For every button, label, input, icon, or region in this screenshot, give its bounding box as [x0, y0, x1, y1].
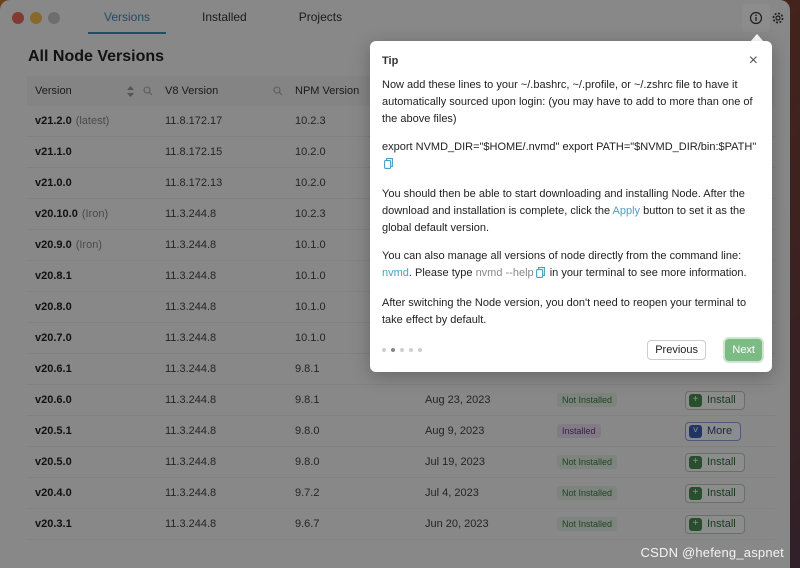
close-icon[interactable]: ×	[749, 53, 758, 69]
tip-paragraph-1: Now add these lines to your ~/.bashrc, ~…	[382, 79, 753, 125]
tip-text: in your terminal to see more information…	[546, 267, 747, 279]
previous-button[interactable]: Previous	[647, 340, 706, 360]
step-dot[interactable]	[409, 348, 413, 352]
tip-text: . Please type	[408, 267, 476, 279]
copy-icon[interactable]	[535, 267, 545, 284]
tip-popover: Tip × Now add these lines to your ~/.bas…	[370, 41, 772, 372]
step-indicator	[382, 348, 422, 352]
tip-paragraph-4: After switching the Node version, you do…	[382, 297, 747, 326]
next-button[interactable]: Next	[725, 339, 762, 361]
step-dot[interactable]	[400, 348, 404, 352]
nvmd-link[interactable]: nvmd	[382, 267, 409, 279]
tip-code: export NVMD_DIR="$HOME/.nvmd" export PAT…	[382, 141, 757, 153]
tip-paragraph-2: You should then be able to start downloa…	[382, 186, 760, 237]
tip-code-block: export NVMD_DIR="$HOME/.nvmd" export PAT…	[382, 139, 760, 175]
help-command: nvmd --help	[475, 267, 534, 279]
tip-text: You can also manage all versions of node…	[382, 250, 742, 262]
copy-icon[interactable]	[384, 158, 393, 175]
step-dot[interactable]	[391, 348, 395, 352]
tip-paragraph-3: You can also manage all versions of node…	[382, 248, 760, 284]
tip-footer: Previous Next	[382, 339, 762, 362]
tip-title: Tip	[382, 55, 399, 67]
apply-label: Apply	[612, 205, 641, 217]
watermark: CSDN @hefeng_aspnet	[640, 545, 784, 560]
step-dot[interactable]	[418, 348, 422, 352]
step-dot[interactable]	[382, 348, 386, 352]
